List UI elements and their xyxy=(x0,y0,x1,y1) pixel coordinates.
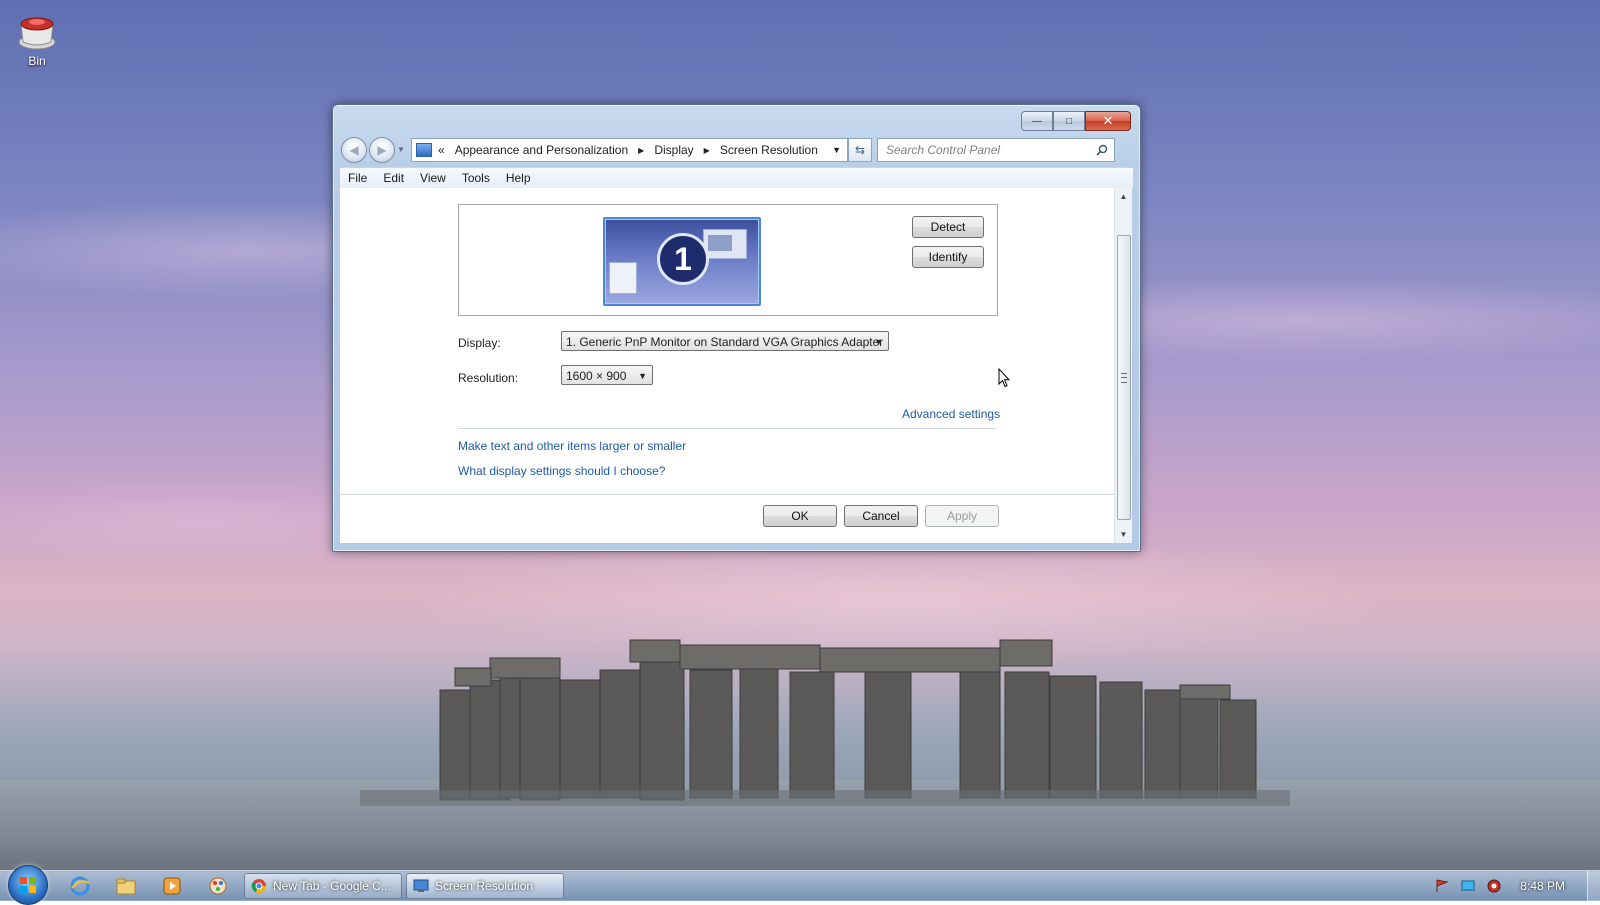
monitor-preview-area: 1 Detect Identify xyxy=(458,204,998,316)
scroll-down-icon[interactable]: ▼ xyxy=(1115,526,1132,543)
clock[interactable]: 8:48 PM xyxy=(1520,879,1565,893)
resolution-label: Resolution: xyxy=(458,371,519,385)
minimize-button[interactable]: — xyxy=(1021,111,1053,131)
footer-divider xyxy=(340,494,1114,495)
menu-view[interactable]: View xyxy=(412,171,454,185)
ok-button[interactable]: OK xyxy=(763,505,837,527)
media-player-icon[interactable] xyxy=(152,874,192,898)
section-divider xyxy=(458,428,996,429)
control-panel-icon xyxy=(413,879,429,892)
show-desktop-button[interactable] xyxy=(1587,871,1600,901)
identify-button[interactable]: Identify xyxy=(912,246,984,268)
desktop-icon-label: Bin xyxy=(28,54,46,68)
back-button[interactable]: ◀ xyxy=(341,137,367,163)
chrome-icon xyxy=(251,879,266,893)
screen-resolution-window: — □ ✕ ◀ ▶ ▼ « Appearance and Personaliza… xyxy=(332,104,1141,552)
menu-edit[interactable]: Edit xyxy=(375,171,412,185)
forward-arrow-icon: ▶ xyxy=(377,143,387,157)
apply-button[interactable]: Apply xyxy=(925,505,999,527)
resolution-select-value: 1600 × 900 xyxy=(566,369,627,383)
refresh-icon: ⇆ xyxy=(854,143,866,157)
scrollbar-thumb[interactable] xyxy=(1117,235,1131,520)
desktop-icon-bin[interactable]: Bin xyxy=(12,6,62,68)
content-pane: 1 Detect Identify Display: 1. Generic Pn… xyxy=(340,188,1114,543)
back-arrow-icon: ◀ xyxy=(349,143,359,157)
action-center-flag-icon[interactable] xyxy=(1434,879,1450,893)
mouse-cursor-icon xyxy=(998,368,1010,388)
display-settings-help-link[interactable]: What display settings should I choose? xyxy=(458,464,665,478)
chevron-down-icon: ▼ xyxy=(874,337,883,347)
task-label: Screen Resolution xyxy=(435,879,534,893)
chevron-down-icon: ▼ xyxy=(638,371,647,381)
window-thumbnail-icon xyxy=(703,229,747,259)
breadcrumb-display[interactable]: Display xyxy=(654,143,693,157)
monitor-number: 1 xyxy=(657,233,709,285)
address-overflow[interactable]: « xyxy=(438,143,445,157)
breadcrumb-separator-icon[interactable]: ▶ xyxy=(704,146,710,155)
breadcrumb-separator-icon[interactable]: ▶ xyxy=(638,146,644,155)
task-label: New Tab - Google C... xyxy=(273,879,391,893)
detect-button[interactable]: Detect xyxy=(912,216,984,238)
resolution-select[interactable]: 1600 × 900 ▼ xyxy=(561,365,653,385)
breadcrumb-screen-resolution[interactable]: Screen Resolution xyxy=(720,143,818,157)
search-input[interactable] xyxy=(884,142,1088,158)
recent-pages-dropdown[interactable]: ▼ xyxy=(397,145,405,154)
scroll-up-icon[interactable]: ▲ xyxy=(1115,188,1132,205)
menu-bar: File Edit View Tools Help xyxy=(340,167,1133,188)
search-box[interactable] xyxy=(877,138,1115,162)
start-button[interactable] xyxy=(8,865,48,905)
menu-help[interactable]: Help xyxy=(498,171,539,185)
folder-icon[interactable] xyxy=(106,874,146,898)
network-icon[interactable] xyxy=(1460,879,1476,893)
text-size-link[interactable]: Make text and other items larger or smal… xyxy=(458,439,686,453)
forward-button[interactable]: ▶ xyxy=(369,137,395,163)
menu-tools[interactable]: Tools xyxy=(454,171,498,185)
refresh-button[interactable]: ⇆ xyxy=(848,138,872,162)
address-bar[interactable]: « Appearance and Personalization ▶ Displ… xyxy=(411,138,848,162)
address-dropdown-icon[interactable]: ▼ xyxy=(832,145,841,155)
paint-icon[interactable] xyxy=(198,874,238,898)
taskbar-task-screen-resolution[interactable]: Screen Resolution xyxy=(406,873,564,899)
recycle-bin-icon xyxy=(15,6,59,52)
monitor-1-tile[interactable]: 1 xyxy=(603,217,761,306)
control-panel-icon xyxy=(416,143,432,157)
document-thumbnail-icon xyxy=(609,262,637,294)
display-select[interactable]: 1. Generic PnP Monitor on Standard VGA G… xyxy=(561,331,889,351)
navigation-bar: ◀ ▶ ▼ « Appearance and Personalization ▶… xyxy=(341,137,1132,163)
search-icon[interactable] xyxy=(1096,144,1108,156)
internet-explorer-icon[interactable] xyxy=(60,874,100,898)
display-select-value: 1. Generic PnP Monitor on Standard VGA G… xyxy=(566,335,884,349)
caption-buttons: — □ ✕ xyxy=(1021,111,1131,131)
maximize-button[interactable]: □ xyxy=(1053,111,1085,131)
menu-file[interactable]: File xyxy=(340,171,375,185)
vertical-scrollbar[interactable]: ▲ ▼ xyxy=(1114,188,1132,543)
advanced-settings-link[interactable]: Advanced settings xyxy=(902,407,1000,421)
system-tray: 8:48 PM xyxy=(1434,871,1600,901)
grip-icon xyxy=(1121,373,1127,383)
breadcrumb-appearance[interactable]: Appearance and Personalization xyxy=(455,143,628,157)
close-button[interactable]: ✕ xyxy=(1085,111,1131,131)
volume-icon[interactable] xyxy=(1486,879,1502,893)
display-label: Display: xyxy=(458,336,501,350)
taskbar: New Tab - Google C... Screen Resolution … xyxy=(0,865,1600,905)
cancel-button[interactable]: Cancel xyxy=(844,505,918,527)
taskbar-task-chrome[interactable]: New Tab - Google C... xyxy=(244,873,402,899)
